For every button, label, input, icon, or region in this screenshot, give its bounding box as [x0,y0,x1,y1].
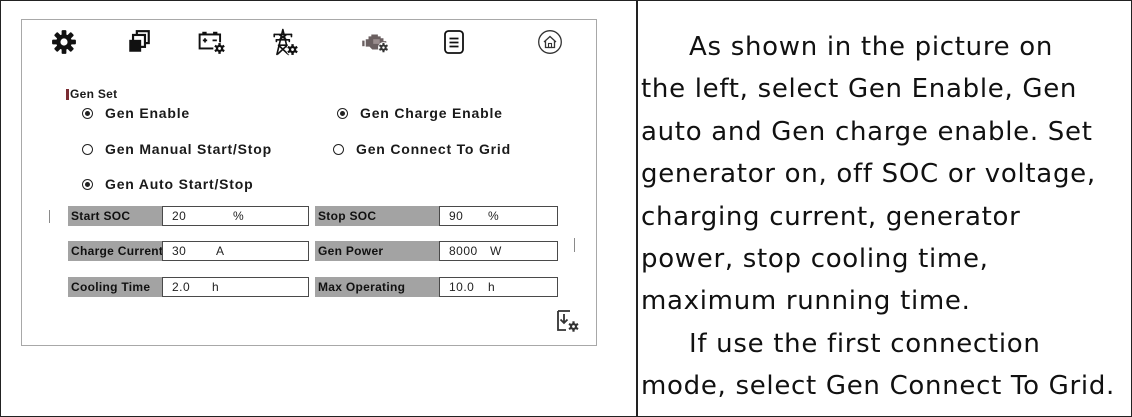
scan-mark [574,238,575,252]
option-gen-auto-start-stop[interactable]: Gen Auto Start/Stop [82,175,253,193]
home-icon-graphic [538,30,562,54]
gen-connect-to-grid-radio[interactable] [333,143,344,155]
section-title: Gen Set [66,86,117,102]
max-operating-value: 10.0 [449,280,475,294]
max-operating-unit: h [488,280,496,294]
paragraph-1-line: generator on, off SOC or voltage, [641,159,1096,190]
gen-manual-start-stop-radio[interactable] [82,143,93,155]
paragraph-2-line: If use the first connection [689,328,1041,359]
option-gen-manual-start-stop[interactable]: Gen Manual Start/Stop [82,140,272,158]
stacked-windows-icon[interactable] [125,28,153,56]
document-icon-graphic [444,30,464,54]
gen-auto-start-stop-radio[interactable] [82,178,93,190]
battery-setting-icon-graphic [198,31,226,55]
paragraph-1-line: the left, select Gen Enable, Gen [641,74,1078,105]
stop-soc-unit: % [488,209,500,223]
charge-current-field[interactable]: 30 A [162,241,309,261]
paragraph-1-line: auto and Gen charge enable. Set [641,116,1093,147]
home-icon[interactable] [536,28,564,56]
screenshot-cell: Gen Set Gen Enable Gen Charge Enable Gen… [1,1,636,417]
grid-tower-icon[interactable] [271,28,299,56]
gen-charge-enable-label: Gen Charge Enable [360,105,503,121]
max-operating-label: Max Operating [315,277,439,297]
stop-soc-field[interactable]: 90 % [439,206,558,226]
cooling-time-field[interactable]: 2.0 h [162,277,309,297]
start-soc-value: 20 [172,209,187,223]
start-soc-unit: % [233,209,245,223]
start-soc-field[interactable]: 20 % [162,206,309,226]
gen-power-unit: W [490,244,502,258]
manual-table: Gen Set Gen Enable Gen Charge Enable Gen… [0,0,1132,417]
start-soc-label: Start SOC [68,206,162,226]
gen-charge-enable-radio[interactable] [337,107,348,119]
gen-connect-to-grid-label: Gen Connect To Grid [356,141,511,157]
cooling-time-unit: h [212,280,220,294]
scan-mark [49,210,50,223]
gear-icon[interactable] [50,28,78,56]
document-icon[interactable] [440,28,468,56]
gen-manual-start-stop-label: Gen Manual Start/Stop [105,141,272,157]
stop-soc-label: Stop SOC [315,206,439,226]
option-gen-enable[interactable]: Gen Enable [82,104,190,122]
charge-current-label: Charge Current [68,241,162,261]
gen-power-field[interactable]: 8000 W [439,241,558,261]
paragraph-2-line: mode, select Gen Connect To Grid. [641,371,1115,402]
paragraph-1-line: power, stop cooling time, [641,243,989,274]
grid-tower-icon-graphic [273,28,299,56]
save-settings-icon[interactable] [555,308,581,334]
instruction-text: As shown in the picture on the left, sel… [641,26,1129,408]
stop-soc-value: 90 [449,209,464,223]
gen-power-label: Gen Power [315,241,439,261]
option-gen-connect-to-grid[interactable]: Gen Connect To Grid [333,140,511,158]
battery-setting-icon[interactable] [198,28,226,56]
gen-power-value: 8000 [449,244,478,258]
gen-auto-start-stop-label: Gen Auto Start/Stop [105,176,254,192]
gear-icon-graphic [52,30,76,54]
section-title-text: Gen Set [70,87,118,101]
gen-enable-radio[interactable] [82,107,93,119]
option-gen-charge-enable[interactable]: Gen Charge Enable [337,104,503,122]
generator-icon-graphic [362,34,389,54]
stacked-windows-icon-graphic [129,30,150,52]
cooling-time-label: Cooling Time [68,277,162,297]
generator-icon[interactable] [362,28,390,56]
charge-current-unit: A [216,244,225,258]
max-operating-field[interactable]: 10.0 h [439,277,558,297]
paragraph-1-line: maximum running time. [641,286,971,317]
section-marker [66,88,69,100]
save-settings-icon-graphic [557,310,580,333]
gen-settings-panel: Gen Set Gen Enable Gen Charge Enable Gen… [21,19,597,346]
cooling-time-value: 2.0 [172,280,191,294]
paragraph-1-line: charging current, generator [641,201,1021,232]
charge-current-value: 30 [172,244,187,258]
instruction-cell: As shown in the picture on the left, sel… [638,1,1131,417]
gen-enable-label: Gen Enable [105,105,191,121]
paragraph-1-line: As shown in the picture on [689,32,1054,62]
